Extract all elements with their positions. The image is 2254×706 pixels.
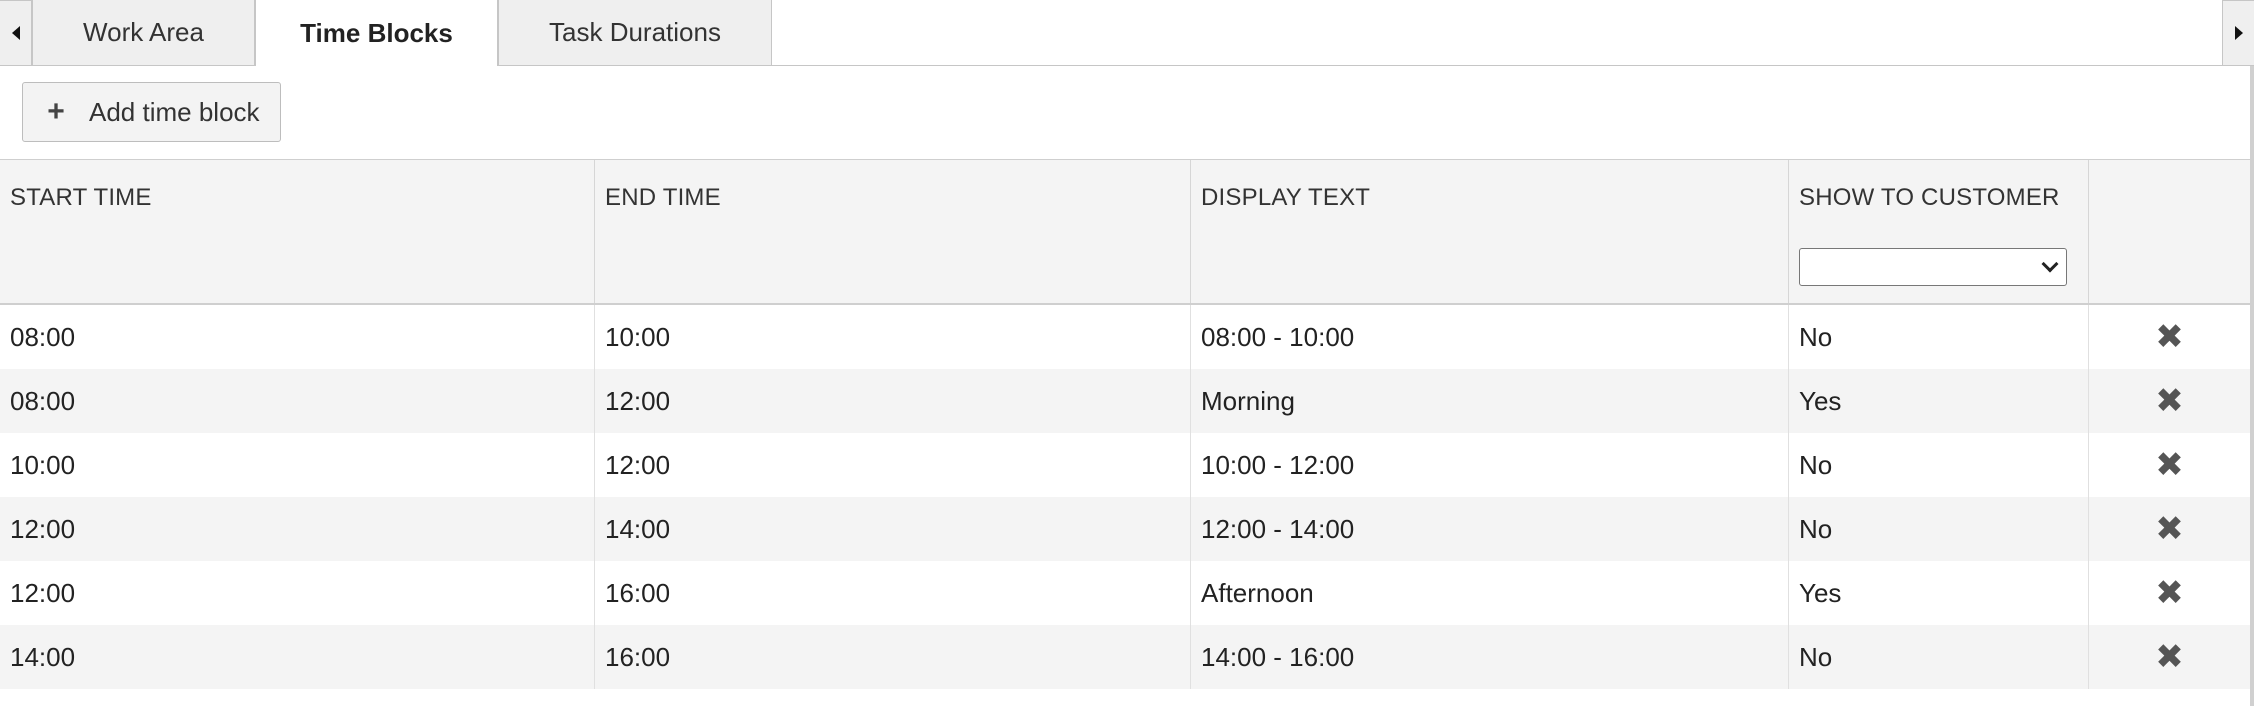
- tab-work-area[interactable]: Work Area: [32, 0, 255, 66]
- show-to-customer-cell[interactable]: No: [1789, 625, 2089, 689]
- column-header-label: END TIME: [605, 184, 721, 211]
- start-time-cell[interactable]: 08:00: [0, 305, 595, 369]
- close-x-icon[interactable]: ✖: [2155, 640, 2184, 674]
- table-body: 08:00 10:00 08:00 - 10:00 No ✖ 08:00 12:00 Morn…: [0, 305, 2250, 689]
- table-row[interactable]: 08:00 12:00 Morning Yes ✖: [0, 369, 2250, 433]
- column-header-start-time[interactable]: START TIME: [0, 160, 595, 303]
- triangle-right-icon: [2234, 26, 2243, 40]
- table-header: START TIME END TIME DISPLAY TEXT SHOW TO…: [0, 159, 2250, 305]
- end-time-cell[interactable]: 16:00: [595, 625, 1191, 689]
- delete-row-cell: ✖: [2089, 561, 2250, 625]
- tab-task-durations[interactable]: Task Durations: [498, 0, 772, 66]
- display-text-cell[interactable]: Morning: [1191, 369, 1789, 433]
- display-text-cell[interactable]: 08:00 - 10:00: [1191, 305, 1789, 369]
- show-to-customer-cell[interactable]: No: [1789, 305, 2089, 369]
- end-time-cell[interactable]: 14:00: [595, 497, 1191, 561]
- delete-row-cell: ✖: [2089, 497, 2250, 561]
- end-time-cell[interactable]: 12:00: [595, 369, 1191, 433]
- delete-row-cell: ✖: [2089, 369, 2250, 433]
- start-time-cell[interactable]: 10:00: [0, 433, 595, 497]
- add-time-block-button[interactable]: + Add time block: [22, 82, 281, 142]
- display-text-cell[interactable]: 10:00 - 12:00: [1191, 433, 1789, 497]
- delete-row-cell: ✖: [2089, 433, 2250, 497]
- start-time-cell[interactable]: 14:00: [0, 625, 595, 689]
- tab-time-blocks[interactable]: Time Blocks: [255, 0, 498, 67]
- show-to-customer-cell[interactable]: Yes: [1789, 561, 2089, 625]
- tab-bar: Work Area Time Blocks Task Durations: [0, 0, 2254, 67]
- delete-row-cell: ✖: [2089, 625, 2250, 689]
- close-x-icon[interactable]: ✖: [2155, 512, 2184, 546]
- end-time-cell[interactable]: 16:00: [595, 561, 1191, 625]
- toolbar: + Add time block: [0, 66, 2254, 159]
- table-row[interactable]: 12:00 16:00 Afternoon Yes ✖: [0, 561, 2250, 625]
- table-row[interactable]: 14:00 16:00 14:00 - 16:00 No ✖: [0, 625, 2250, 689]
- table-row[interactable]: 12:00 14:00 12:00 - 14:00 No ✖: [0, 497, 2250, 561]
- table-row[interactable]: 08:00 10:00 08:00 - 10:00 No ✖: [0, 305, 2250, 369]
- start-time-cell[interactable]: 12:00: [0, 497, 595, 561]
- add-time-block-label: Add time block: [89, 96, 260, 127]
- tab-scroll-left-button[interactable]: [0, 0, 32, 66]
- chevron-down-icon: [2041, 255, 2059, 273]
- column-header-end-time[interactable]: END TIME: [595, 160, 1191, 303]
- tab-label: Task Durations: [549, 17, 721, 47]
- start-time-cell[interactable]: 08:00: [0, 369, 595, 433]
- close-x-icon[interactable]: ✖: [2155, 448, 2184, 482]
- column-header-label: SHOW TO CUSTOMER: [1799, 184, 2060, 211]
- end-time-cell[interactable]: 12:00: [595, 433, 1191, 497]
- column-header-display-text[interactable]: DISPLAY TEXT: [1191, 160, 1789, 303]
- delete-row-cell: ✖: [2089, 305, 2250, 369]
- show-to-customer-cell[interactable]: No: [1789, 433, 2089, 497]
- show-to-customer-cell[interactable]: No: [1789, 497, 2089, 561]
- vertical-scrollbar[interactable]: [2250, 66, 2254, 706]
- column-header-show-to-customer[interactable]: SHOW TO CUSTOMER: [1789, 160, 2089, 303]
- end-time-cell[interactable]: 10:00: [595, 305, 1191, 369]
- tab-scroll-right-button[interactable]: [2222, 0, 2254, 66]
- time-blocks-table: START TIME END TIME DISPLAY TEXT SHOW TO…: [0, 159, 2250, 689]
- plus-icon: +: [47, 95, 65, 128]
- start-time-cell[interactable]: 12:00: [0, 561, 595, 625]
- display-text-cell[interactable]: 12:00 - 14:00: [1191, 497, 1789, 561]
- column-header-actions: [2089, 160, 2250, 303]
- column-header-label: START TIME: [10, 184, 152, 211]
- column-header-label: DISPLAY TEXT: [1201, 184, 1371, 211]
- table-row[interactable]: 10:00 12:00 10:00 - 12:00 No ✖: [0, 433, 2250, 497]
- display-text-cell[interactable]: Afternoon: [1191, 561, 1789, 625]
- close-x-icon[interactable]: ✖: [2155, 384, 2184, 418]
- triangle-left-icon: [11, 26, 20, 40]
- tab-label: Time Blocks: [300, 17, 453, 48]
- show-to-customer-filter-select[interactable]: [1799, 248, 2067, 286]
- show-to-customer-cell[interactable]: Yes: [1789, 369, 2089, 433]
- tab-label: Work Area: [83, 17, 204, 47]
- display-text-cell[interactable]: 14:00 - 16:00: [1191, 625, 1789, 689]
- close-x-icon[interactable]: ✖: [2155, 320, 2184, 354]
- close-x-icon[interactable]: ✖: [2155, 576, 2184, 610]
